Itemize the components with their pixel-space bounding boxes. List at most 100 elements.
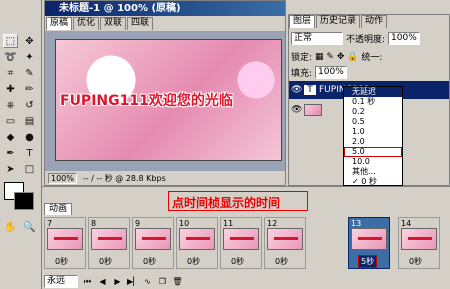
frame-thumbnail bbox=[135, 228, 171, 250]
type-icon[interactable]: T bbox=[22, 146, 37, 160]
frame-delay[interactable]: 5秒 bbox=[357, 255, 378, 268]
dodge-icon[interactable]: ● bbox=[22, 130, 37, 144]
frame-thumbnail bbox=[223, 228, 259, 250]
animation-frame[interactable]: 7 0秒 bbox=[44, 217, 86, 269]
blur-icon[interactable]: ◆ bbox=[3, 130, 18, 144]
history-brush-icon[interactable]: ↺ bbox=[22, 98, 37, 112]
animation-frame[interactable]: 10 0秒 bbox=[176, 217, 218, 269]
delete-frame-icon[interactable]: 🗑 bbox=[172, 277, 183, 287]
slice-icon[interactable]: ✎ bbox=[22, 66, 37, 80]
tab-layers[interactable]: 图层 bbox=[289, 15, 316, 28]
toolbox: ⬚ ✥ ➰ ✦ ⌗ ✎ ✚ ✏ ⎈ ↺ ▭ ▤ ◆ ● ✒ T ➤ □ ✋ 🔍 bbox=[0, 0, 42, 289]
tween-icon[interactable]: ∿ bbox=[142, 277, 153, 287]
delay-option-selected[interactable]: 5.0 bbox=[344, 147, 402, 157]
frame-delay[interactable]: 0秒 bbox=[409, 256, 422, 267]
document-title: 未标题-1 @ 100% (原稿) bbox=[45, 1, 285, 16]
frame-number: 7 bbox=[47, 219, 53, 228]
magic-wand-icon[interactable]: ✦ bbox=[22, 50, 37, 64]
delay-option[interactable]: 2.0 bbox=[344, 137, 402, 147]
document-window: 未标题-1 @ 100% (原稿) 原稿 优化 双联 四联 FUPING111欢… bbox=[44, 0, 286, 186]
delay-option[interactable]: 10.0 bbox=[344, 157, 402, 167]
layer-thumbnail bbox=[304, 104, 322, 116]
frame-number: 9 bbox=[135, 219, 141, 228]
frame-number: 14 bbox=[401, 219, 412, 228]
next-frame-icon[interactable]: ▶▏ bbox=[127, 277, 139, 287]
fill-field[interactable]: 100% bbox=[315, 66, 348, 79]
frame-delay[interactable]: 0秒 bbox=[231, 256, 244, 267]
delay-option[interactable]: 0.5 bbox=[344, 117, 402, 127]
hand-icon[interactable]: ✋ bbox=[3, 220, 18, 234]
animation-frame[interactable]: 9 0秒 bbox=[132, 217, 174, 269]
eraser-icon[interactable]: ▭ bbox=[3, 114, 18, 128]
tab-actions[interactable]: 动作 bbox=[361, 15, 388, 28]
canvas-area: FUPING111欢迎您的光临 bbox=[45, 31, 285, 171]
background-color-swatch[interactable] bbox=[14, 192, 34, 210]
animation-frame-selected[interactable]: 13 5秒 bbox=[348, 217, 390, 269]
shape-icon[interactable]: □ bbox=[22, 162, 37, 176]
tab-4up[interactable]: 四联 bbox=[127, 16, 154, 30]
move-icon[interactable]: ✥ bbox=[22, 34, 37, 48]
banner-text: FUPING111欢迎您的光临 bbox=[60, 93, 233, 109]
document-status-bar: 100% -- / -- 秒 @ 28.8 Kbps bbox=[45, 172, 285, 185]
healing-icon[interactable]: ✚ bbox=[3, 82, 18, 96]
animation-controls: 永远 ⏮ ◀ ▶ ▶▏ ∿ ❐ 🗑 bbox=[44, 275, 448, 288]
frame-number: 13 bbox=[351, 219, 362, 228]
eye-icon[interactable]: 👁 bbox=[291, 85, 302, 95]
document-tabs: 原稿 优化 双联 四联 bbox=[45, 16, 285, 30]
play-icon[interactable]: ▶ bbox=[112, 277, 123, 287]
text-layer-icon: T bbox=[304, 85, 316, 95]
frame-number: 10 bbox=[179, 219, 190, 228]
zoom-icon[interactable]: 🔍 bbox=[22, 220, 37, 234]
frame-delay-menu: 无延迟 0.1 秒 0.2 0.5 1.0 2.0 5.0 10.0 其他...… bbox=[343, 86, 403, 186]
delay-option[interactable]: 1.0 bbox=[344, 127, 402, 137]
lasso-icon[interactable]: ➰ bbox=[3, 50, 18, 64]
frame-thumbnail bbox=[401, 228, 437, 250]
loop-select[interactable]: 永远 bbox=[44, 275, 78, 288]
animation-frame[interactable]: 11 0秒 bbox=[220, 217, 262, 269]
frame-delay[interactable]: 0秒 bbox=[55, 256, 68, 267]
fill-label: 填充: bbox=[291, 69, 313, 79]
eye-icon[interactable]: 👁 bbox=[291, 105, 302, 115]
frame-thumbnail bbox=[91, 228, 127, 250]
frame-number: 12 bbox=[267, 219, 278, 228]
opacity-field[interactable]: 100% bbox=[388, 32, 421, 45]
annotation-text: 点时间桢显示的时间 bbox=[172, 196, 281, 210]
tab-animation[interactable]: 动画 bbox=[44, 203, 73, 215]
frame-number: 8 bbox=[91, 219, 97, 228]
crop-icon[interactable]: ⌗ bbox=[3, 66, 18, 80]
frame-thumbnail bbox=[179, 228, 215, 250]
frame-delay[interactable]: 0秒 bbox=[275, 256, 288, 267]
path-select-icon[interactable]: ➤ bbox=[3, 162, 18, 176]
pen-icon[interactable]: ✒ bbox=[3, 146, 18, 160]
delay-option-other[interactable]: 其他... bbox=[344, 167, 402, 177]
brush-icon[interactable]: ✏ bbox=[22, 82, 37, 96]
animation-frame[interactable]: 14 0秒 bbox=[398, 217, 440, 269]
canvas[interactable]: FUPING111欢迎您的光临 bbox=[55, 39, 282, 161]
lock-icon[interactable]: ▦ ✎ ✥ 🔒 bbox=[315, 52, 358, 62]
tab-2up[interactable]: 双联 bbox=[100, 16, 127, 30]
zoom-field[interactable]: 100% bbox=[48, 173, 77, 184]
marquee-icon[interactable]: ⬚ bbox=[3, 34, 18, 48]
animation-frame[interactable]: 8 0秒 bbox=[88, 217, 130, 269]
frame-delay[interactable]: 0秒 bbox=[187, 256, 200, 267]
delay-option[interactable]: 无延迟 bbox=[344, 87, 402, 97]
tab-optimized[interactable]: 优化 bbox=[73, 16, 100, 30]
delay-option[interactable]: 0.1 秒 bbox=[344, 97, 402, 107]
stamp-icon[interactable]: ⎈ bbox=[3, 98, 18, 112]
gradient-icon[interactable]: ▤ bbox=[22, 114, 37, 128]
frame-number: 11 bbox=[223, 219, 234, 228]
frame-delay[interactable]: 0秒 bbox=[99, 256, 112, 267]
lock-label: 锁定: bbox=[291, 53, 313, 63]
frame-thumbnail bbox=[267, 228, 303, 250]
animation-frame[interactable]: 12 0秒 bbox=[264, 217, 306, 269]
frame-delay[interactable]: 0秒 bbox=[143, 256, 156, 267]
delay-option[interactable]: 0.2 bbox=[344, 107, 402, 117]
frame-thumbnail bbox=[47, 228, 83, 250]
tab-original[interactable]: 原稿 bbox=[46, 16, 73, 30]
blend-mode-select[interactable]: 正常 bbox=[291, 32, 343, 45]
first-frame-icon[interactable]: ⏮ bbox=[82, 277, 93, 287]
download-time: -- / -- 秒 @ 28.8 Kbps bbox=[82, 174, 166, 183]
prev-frame-icon[interactable]: ◀ bbox=[97, 277, 108, 287]
tab-history[interactable]: 历史记录 bbox=[316, 15, 361, 28]
duplicate-frame-icon[interactable]: ❐ bbox=[157, 277, 168, 287]
